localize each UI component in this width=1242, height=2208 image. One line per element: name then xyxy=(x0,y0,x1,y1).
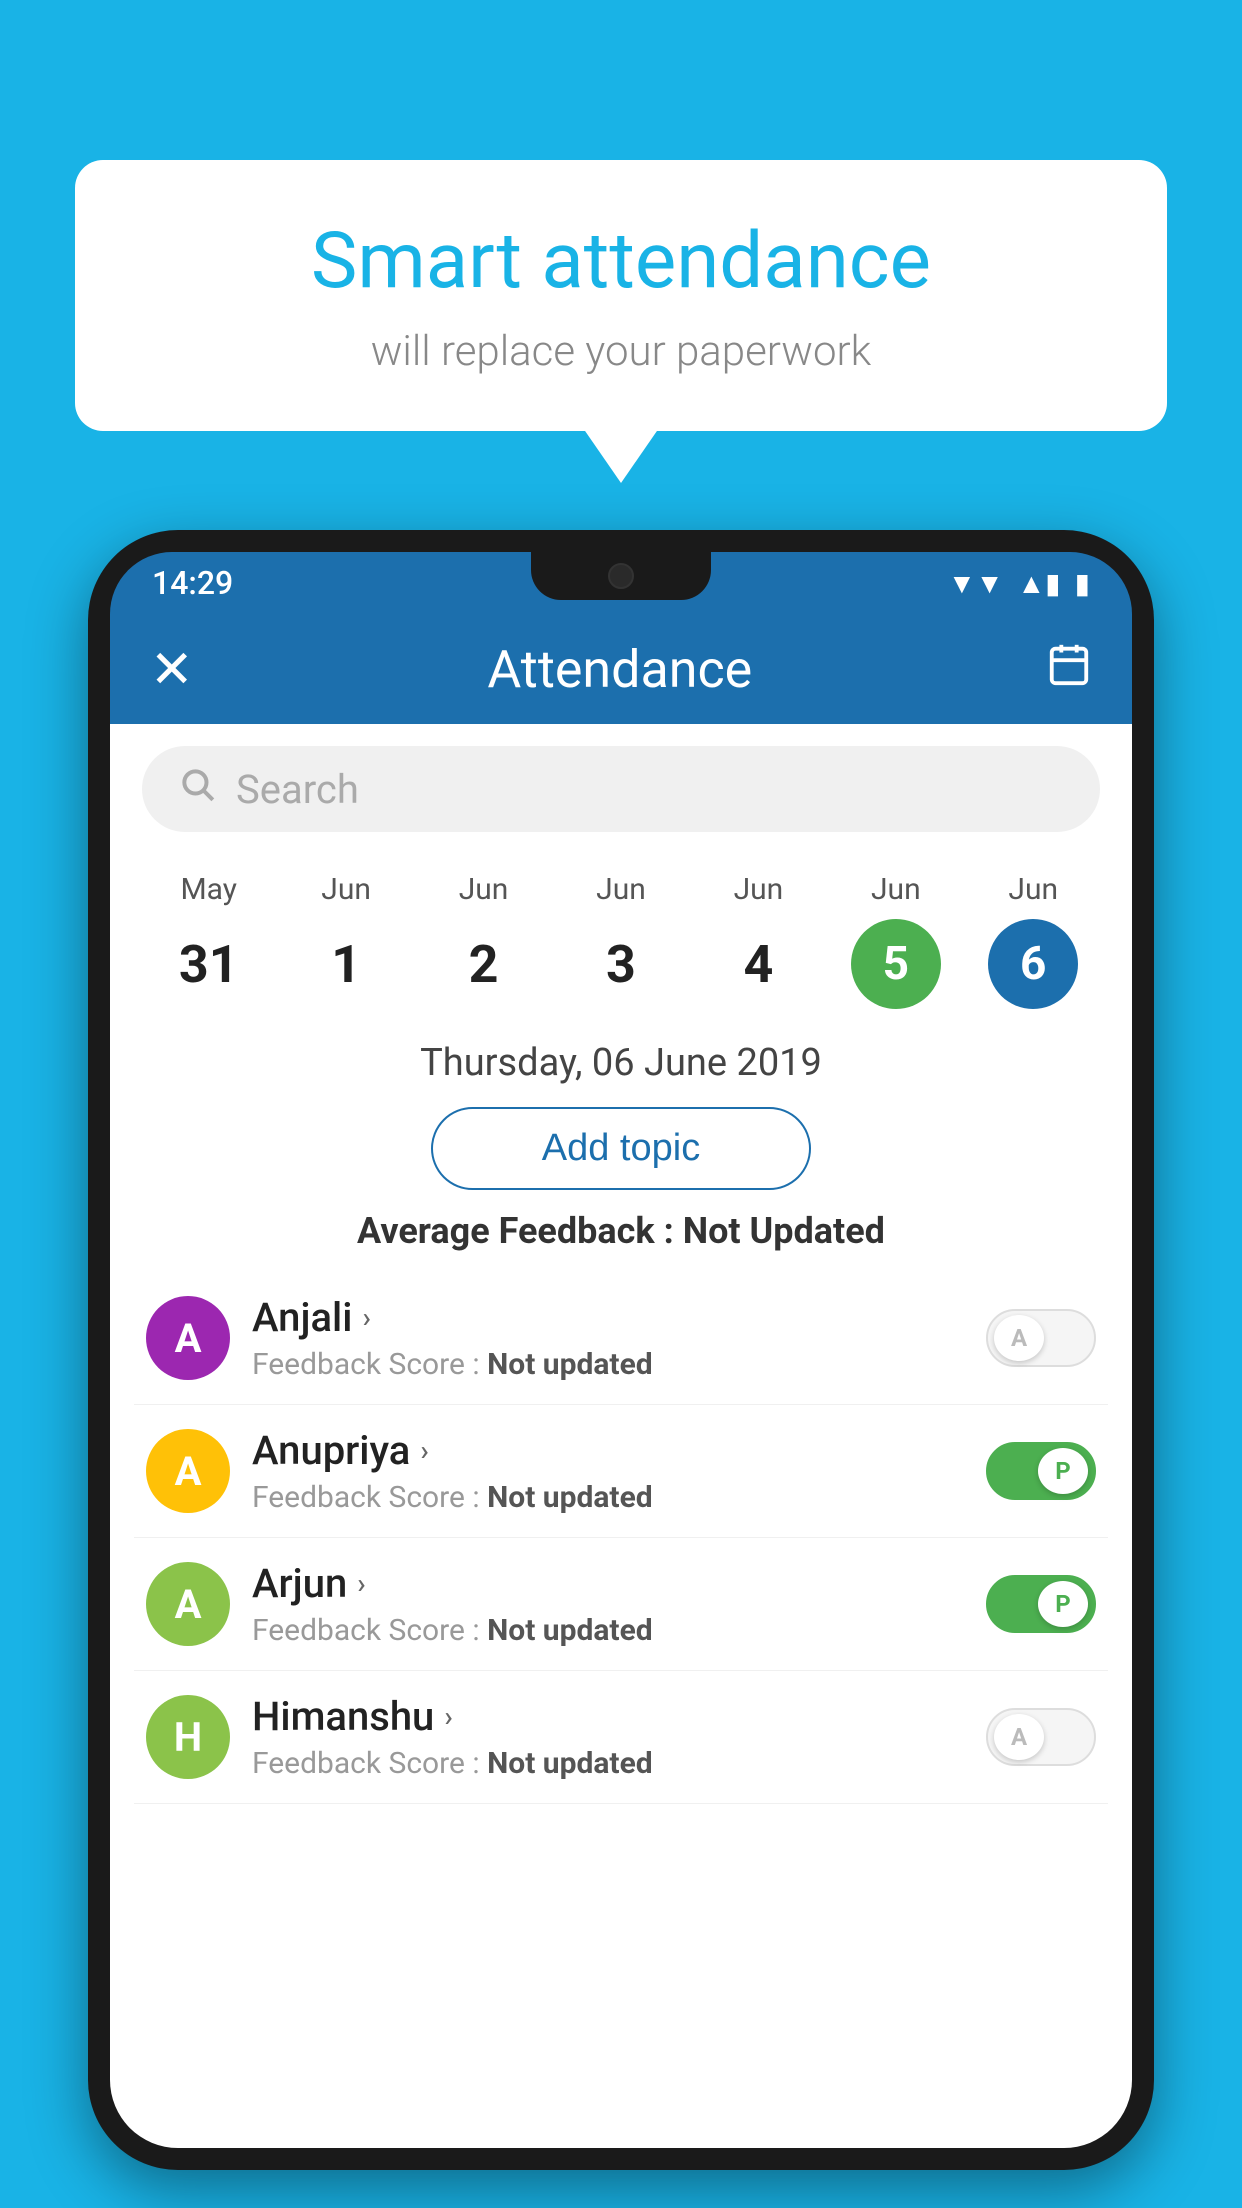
close-button[interactable]: ✕ xyxy=(150,639,194,700)
chevron-icon: › xyxy=(357,1567,365,1600)
student-list: A Anjali › Feedback Score : Not updated … xyxy=(110,1272,1132,1804)
student-name-arjun: Arjun › xyxy=(252,1560,964,1607)
toggle-present[interactable]: P xyxy=(986,1575,1096,1633)
toggle-absent[interactable]: A xyxy=(986,1309,1096,1367)
feedback-score-himanshu: Feedback Score : Not updated xyxy=(252,1746,964,1781)
phone-camera xyxy=(608,563,634,589)
student-avatar-himanshu: H xyxy=(146,1695,230,1779)
student-item-anupriya[interactable]: A Anupriya › Feedback Score : Not update… xyxy=(134,1405,1108,1538)
feedback-score-arjun: Feedback Score : Not updated xyxy=(252,1613,964,1648)
student-item-himanshu[interactable]: H Himanshu › Feedback Score : Not update… xyxy=(134,1671,1108,1804)
student-avatar-anupriya: A xyxy=(146,1429,230,1513)
search-bar[interactable]: Search xyxy=(142,746,1100,832)
avg-feedback: Average Feedback : Not Updated xyxy=(110,1210,1132,1252)
phone-container: 14:29 ▼▼ ▲▮ ▮ ✕ Attendance xyxy=(88,530,1154,2208)
student-name-anupriya: Anupriya › xyxy=(252,1427,964,1474)
student-avatar-arjun: A xyxy=(146,1562,230,1646)
student-avatar-anjali: A xyxy=(146,1296,230,1380)
attendance-toggle-himanshu[interactable]: A xyxy=(986,1708,1096,1766)
student-info-anjali: Anjali › Feedback Score : Not updated xyxy=(252,1294,964,1382)
cal-day-6[interactable]: Jun 6 xyxy=(965,872,1102,1009)
chevron-icon: › xyxy=(362,1301,370,1334)
bubble-subtitle: will replace your paperwork xyxy=(135,327,1107,376)
student-name-anjali: Anjali › xyxy=(252,1294,964,1341)
signal-icon: ▲▮ xyxy=(1017,567,1060,600)
phone-notch xyxy=(531,552,711,600)
add-topic-button[interactable]: Add topic xyxy=(431,1107,811,1190)
student-item-anjali[interactable]: A Anjali › Feedback Score : Not updated … xyxy=(134,1272,1108,1405)
toggle-knob: P xyxy=(1038,1448,1088,1494)
student-item-arjun[interactable]: A Arjun › Feedback Score : Not updated P xyxy=(134,1538,1108,1671)
attendance-toggle-arjun[interactable]: P xyxy=(986,1575,1096,1633)
cal-day-3[interactable]: Jun 3 xyxy=(552,872,689,1009)
chevron-icon: › xyxy=(420,1434,428,1467)
calendar-icon[interactable] xyxy=(1046,641,1092,698)
student-info-himanshu: Himanshu › Feedback Score : Not updated xyxy=(252,1693,964,1781)
cal-day-2[interactable]: Jun 2 xyxy=(415,872,552,1009)
status-time: 14:29 xyxy=(152,564,233,602)
attendance-toggle-anjali[interactable]: A xyxy=(986,1309,1096,1367)
selected-date: Thursday, 06 June 2019 xyxy=(110,1023,1132,1097)
bubble-title: Smart attendance xyxy=(135,215,1107,309)
cal-day-0[interactable]: May 31 xyxy=(140,872,277,1009)
cal-day-5[interactable]: Jun 5 xyxy=(827,872,964,1009)
header-title: Attendance xyxy=(487,639,752,700)
toggle-knob: A xyxy=(994,1315,1044,1361)
app-header: ✕ Attendance xyxy=(110,614,1132,724)
search-icon xyxy=(178,765,216,813)
battery-icon: ▮ xyxy=(1075,567,1090,600)
avg-feedback-value: Not Updated xyxy=(683,1210,885,1252)
student-info-anupriya: Anupriya › Feedback Score : Not updated xyxy=(252,1427,964,1515)
toggle-knob: A xyxy=(994,1714,1044,1760)
wifi-icon: ▼▼ xyxy=(948,567,1003,600)
phone-frame: 14:29 ▼▼ ▲▮ ▮ ✕ Attendance xyxy=(88,530,1154,2170)
avg-feedback-label: Average Feedback : xyxy=(357,1210,683,1252)
chevron-icon: › xyxy=(444,1700,452,1733)
status-icons: ▼▼ ▲▮ ▮ xyxy=(948,567,1090,600)
phone-screen: Search May 31 Jun 1 Jun 2 Jun xyxy=(110,724,1132,2148)
toggle-present[interactable]: P xyxy=(986,1442,1096,1500)
cal-day-4[interactable]: Jun 4 xyxy=(690,872,827,1009)
cal-day-1[interactable]: Jun 1 xyxy=(277,872,414,1009)
attendance-toggle-anupriya[interactable]: P xyxy=(986,1442,1096,1500)
search-input-placeholder: Search xyxy=(236,766,359,813)
toggle-knob: P xyxy=(1038,1581,1088,1627)
student-info-arjun: Arjun › Feedback Score : Not updated xyxy=(252,1560,964,1648)
student-name-himanshu: Himanshu › xyxy=(252,1693,964,1740)
speech-bubble: Smart attendance will replace your paper… xyxy=(75,160,1167,431)
speech-bubble-container: Smart attendance will replace your paper… xyxy=(75,160,1167,431)
feedback-score-anupriya: Feedback Score : Not updated xyxy=(252,1480,964,1515)
search-bar-container: Search xyxy=(110,724,1132,850)
feedback-score-anjali: Feedback Score : Not updated xyxy=(252,1347,964,1382)
calendar-strip: May 31 Jun 1 Jun 2 Jun 3 Jun 4 xyxy=(110,850,1132,1023)
toggle-absent[interactable]: A xyxy=(986,1708,1096,1766)
